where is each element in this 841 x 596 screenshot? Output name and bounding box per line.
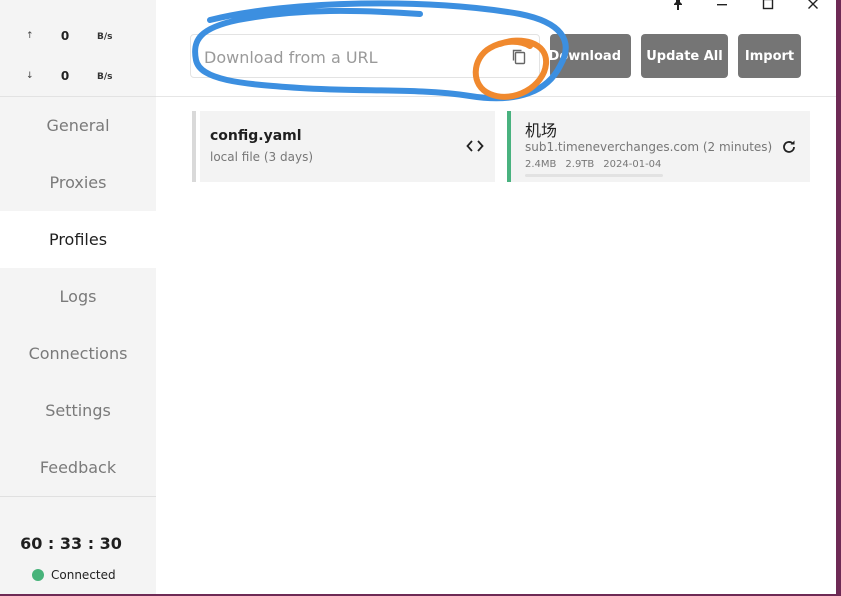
- maximize-icon[interactable]: [756, 0, 780, 16]
- pin-icon[interactable]: [666, 0, 690, 16]
- usage-progress: [525, 174, 663, 177]
- upload-speed: ↑ 0 B/s: [0, 28, 156, 48]
- update-all-button-label: Update All: [646, 48, 723, 64]
- upload-unit: B/s: [97, 32, 113, 42]
- import-button[interactable]: Import: [738, 34, 801, 78]
- profile-subtitle: local file (3 days): [210, 150, 314, 164]
- url-field: [190, 34, 540, 78]
- refresh-icon[interactable]: [781, 139, 797, 155]
- paste-icon[interactable]: [509, 47, 529, 67]
- update-all-button[interactable]: Update All: [641, 34, 728, 78]
- profile-name: 机场: [525, 121, 558, 140]
- sidebar-item-label: Settings: [45, 401, 111, 420]
- sidebar-item-label: Profiles: [48, 230, 108, 249]
- sidebar-item-label: Connections: [28, 344, 128, 363]
- connection-status: Connected: [32, 568, 116, 582]
- profile-card[interactable]: config.yaml local file (3 days): [192, 111, 495, 182]
- sidebar-item-settings[interactable]: Settings: [0, 382, 156, 439]
- sidebar-item-proxies[interactable]: Proxies: [0, 154, 156, 211]
- sidebar-item-label: Proxies: [49, 173, 107, 192]
- profile-subtitle: sub1.timeneverchanges.com (2 minutes): [525, 140, 773, 154]
- sidebar-item-label: General: [46, 116, 110, 135]
- download-speed: ↓ 0 B/s: [0, 68, 156, 88]
- profile-expire: 2024-01-04: [603, 159, 662, 170]
- profile-total: 2.9TB: [565, 159, 595, 170]
- upload-arrow-icon: ↑: [26, 31, 34, 41]
- download-button-label: Download: [548, 48, 621, 64]
- code-icon[interactable]: [466, 138, 484, 154]
- upload-value: 0: [60, 29, 70, 43]
- traffic-panel: ↑ 0 B/s ↓ 0 B/s: [0, 16, 156, 97]
- title-bar: [160, 0, 836, 16]
- uptime-clock: 60 : 33 : 30: [20, 534, 122, 553]
- sidebar-item-logs[interactable]: Logs: [0, 268, 156, 325]
- url-input[interactable]: [202, 45, 496, 69]
- topbar-divider: [156, 96, 836, 97]
- sidebar-item-profiles[interactable]: Profiles: [0, 211, 156, 268]
- status-dot-icon: [32, 569, 44, 581]
- profile-meta: 2.4MB 2.9TB 2024-01-04: [525, 159, 661, 170]
- profile-card[interactable]: 机场 sub1.timeneverchanges.com (2 minutes)…: [507, 111, 810, 182]
- download-value: 0: [60, 69, 70, 83]
- import-button-label: Import: [744, 48, 795, 64]
- sidebar-item-label: Feedback: [39, 458, 117, 477]
- sidebar-item-general[interactable]: General: [0, 97, 156, 154]
- sidebar-item-feedback[interactable]: Feedback: [0, 439, 156, 496]
- app-window: ↑ 0 B/s ↓ 0 B/s General Proxies Profiles…: [0, 0, 836, 594]
- download-arrow-icon: ↓: [26, 71, 34, 81]
- minimize-icon[interactable]: [710, 0, 734, 16]
- sidebar-item-connections[interactable]: Connections: [0, 325, 156, 382]
- sidebar: ↑ 0 B/s ↓ 0 B/s General Proxies Profiles…: [0, 0, 156, 594]
- sidebar-item-label: Logs: [59, 287, 97, 306]
- download-button[interactable]: Download: [548, 34, 631, 78]
- profile-used: 2.4MB: [525, 159, 557, 170]
- status-label: Connected: [51, 568, 116, 582]
- close-icon[interactable]: [801, 0, 825, 16]
- sidebar-divider: [0, 496, 156, 497]
- sidebar-nav: General Proxies Profiles Logs Connection…: [0, 97, 156, 496]
- download-unit: B/s: [97, 72, 113, 82]
- profile-indicator: [507, 111, 511, 182]
- profile-name: config.yaml: [210, 128, 302, 144]
